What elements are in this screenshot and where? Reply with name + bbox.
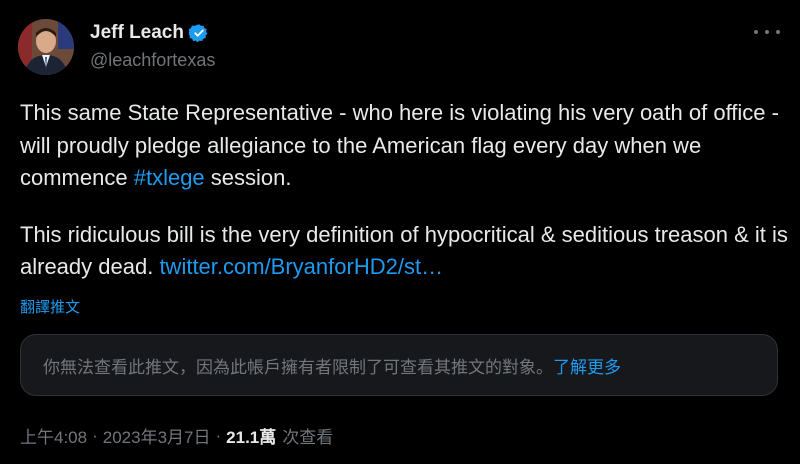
tweet-meta: 上午4:08 · 2023年3月7日 · 21.1萬 次查看 <box>20 423 333 448</box>
tweet-paragraph-1: This same State Representative - who her… <box>20 97 790 195</box>
tweet-text: session. <box>204 165 292 190</box>
url-link[interactable]: twitter.com/BryanforHD2/st… <box>159 254 443 279</box>
more-options-icon[interactable] <box>754 22 780 42</box>
author-name-row[interactable]: Jeff Leach <box>90 22 209 44</box>
meta-separator: · <box>215 425 222 445</box>
tweet: Jeff Leach @leachfortexas This same Stat… <box>0 0 800 464</box>
views-label: 次查看 <box>282 428 334 447</box>
unavailable-notice-text: 你無法查看此推文，因為此帳戶擁有者限制了可查看其推文的對象。 <box>43 357 553 377</box>
verified-badge-icon <box>187 23 209 43</box>
unavailable-quote-card: 你無法查看此推文，因為此帳戶擁有者限制了可查看其推文的對象。 了解更多 <box>20 334 778 396</box>
tweet-date[interactable]: 2023年3月7日 <box>103 423 211 448</box>
tweet-paragraph-2: This ridiculous bill is the very definit… <box>20 219 790 284</box>
author-handle[interactable]: @leachfortexas <box>90 50 215 71</box>
more-dot <box>754 30 758 34</box>
more-dot <box>765 30 769 34</box>
tweet-time[interactable]: 上午4:08 <box>20 423 87 448</box>
learn-more-link[interactable]: 了解更多 <box>553 353 621 378</box>
hashtag-link[interactable]: #txlege <box>134 165 205 190</box>
more-dot <box>776 30 780 34</box>
display-name[interactable]: Jeff Leach <box>90 22 184 44</box>
tweet-body: This same State Representative - who her… <box>20 97 790 284</box>
avatar[interactable] <box>18 19 74 75</box>
meta-separator: · <box>92 425 98 445</box>
views-count[interactable]: 21.1萬 <box>226 423 276 448</box>
translate-tweet-link[interactable]: 翻譯推文 <box>20 296 80 317</box>
